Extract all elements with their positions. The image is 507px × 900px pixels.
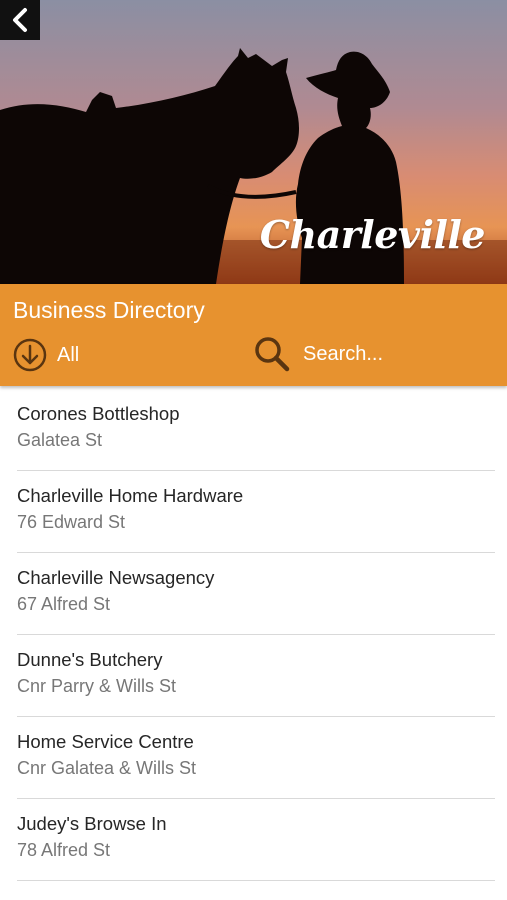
page-title: Business Directory — [13, 297, 205, 323]
chevron-left-icon — [13, 8, 27, 32]
business-address: Cnr Galatea & Wills St — [17, 758, 197, 778]
business-name: Dunne's Butchery — [17, 649, 163, 670]
business-address: 76 Edward St — [17, 512, 126, 532]
search-icon — [255, 337, 290, 372]
hero-banner: Charleville — [0, 0, 507, 284]
business-address: 67 Alfred St — [17, 594, 111, 614]
category-filter-button[interactable]: All — [13, 338, 79, 372]
list-item[interactable]: Judey's Browse In 78 Alfred St — [17, 799, 495, 881]
directory-header: Business Directory All Search... — [0, 284, 507, 386]
business-address: Cnr Parry & Wills St — [17, 676, 177, 696]
business-name: Judey's Browse In — [17, 813, 167, 834]
charleville-logo: Charleville — [259, 212, 486, 257]
list-item[interactable]: Charleville Home Hardware 76 Edward St — [17, 471, 495, 553]
business-address: 78 Alfred St — [17, 840, 111, 860]
business-list: Corones Bottleshop Galatea St Charlevill… — [0, 389, 507, 881]
business-address: Galatea St — [17, 430, 103, 450]
circle-arrow-down-icon — [13, 338, 47, 372]
list-item[interactable]: Charleville Newsagency 67 Alfred St — [17, 553, 495, 635]
search-placeholder: Search... — [303, 342, 384, 365]
business-name: Charleville Home Hardware — [17, 485, 244, 506]
business-name: Corones Bottleshop — [17, 403, 180, 424]
search-input[interactable]: Search... — [253, 336, 383, 372]
back-button[interactable] — [0, 0, 40, 40]
list-item[interactable]: Home Service Centre Cnr Galatea & Wills … — [17, 717, 495, 799]
business-name: Charleville Newsagency — [17, 567, 215, 588]
filter-label: All — [57, 343, 80, 366]
list-item[interactable]: Dunne's Butchery Cnr Parry & Wills St — [17, 635, 495, 717]
business-name: Home Service Centre — [17, 731, 194, 752]
list-item[interactable]: Corones Bottleshop Galatea St — [17, 389, 495, 471]
